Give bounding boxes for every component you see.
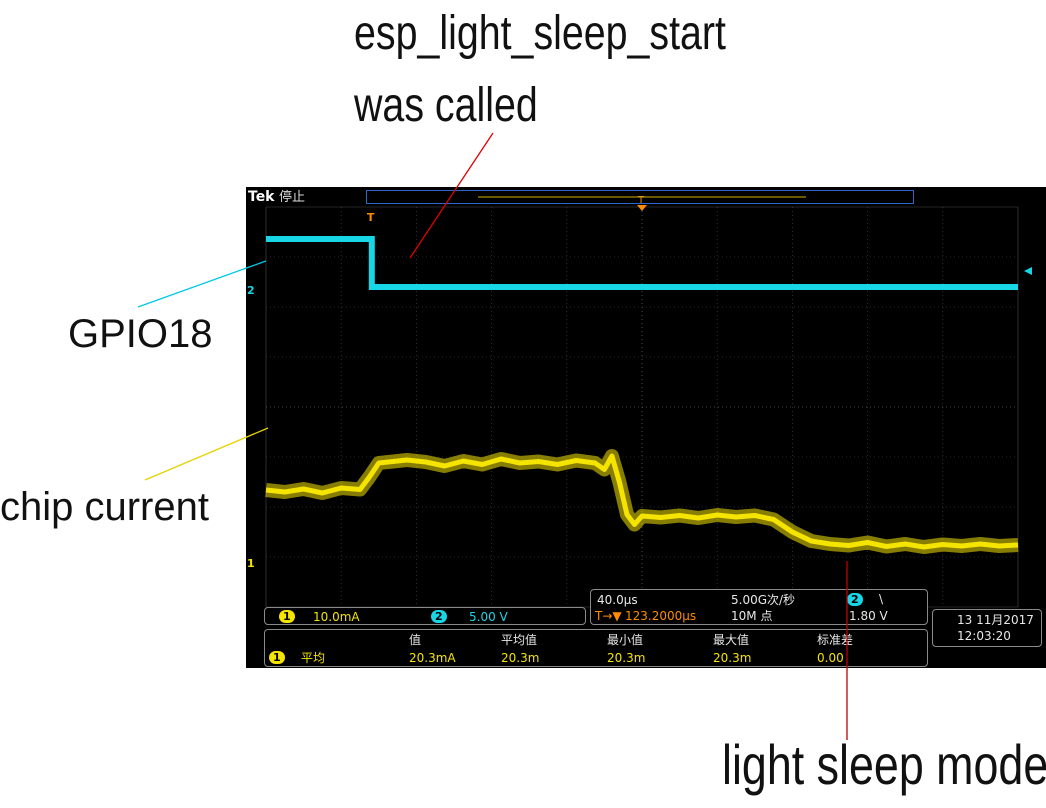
ch2-scale: 5.00 V xyxy=(469,610,508,624)
timebase: 40.0μs xyxy=(597,593,638,607)
measure-header-stddev: 标准差 xyxy=(817,633,854,647)
measure-value: 20.3mA xyxy=(409,651,456,665)
measure-header-value: 值 xyxy=(409,633,422,647)
time: 12:03:20 xyxy=(957,629,1011,643)
annotation-gpio18: GPIO18 xyxy=(68,312,213,356)
trigger-delay-icon: T→▼ xyxy=(595,609,622,623)
annotation-light-sleep-mode: light sleep mode xyxy=(722,733,1046,796)
measure-max: 20.3m xyxy=(713,651,752,665)
datetime-readout: 13 11月2017 12:03:20 xyxy=(932,609,1042,647)
trigger-level: 1.80 V xyxy=(849,609,888,623)
measure-stddev: 0.00 xyxy=(817,651,844,665)
expansion-point-icon xyxy=(637,205,647,211)
ch1-scale: 10.0mA xyxy=(313,610,360,624)
ch1-badge: 1 xyxy=(279,610,295,623)
date: 13 11月2017 xyxy=(957,613,1034,627)
ch2-ground-marker: 2 xyxy=(247,284,255,297)
measure-min: 20.3m xyxy=(607,651,646,665)
measure-mean: 20.3m xyxy=(501,651,540,665)
trigger-position-marker: T xyxy=(367,211,375,224)
ch1-noise-band xyxy=(265,449,1019,554)
annotation-esp-light-sleep-start: esp_light_sleep_start xyxy=(354,7,726,60)
record-length: 10M 点 xyxy=(731,609,773,623)
annotation-was-called: was called xyxy=(354,79,538,132)
trigger-delay: 123.2000μs xyxy=(625,609,697,623)
trigger-level-arrow-icon xyxy=(1024,267,1032,275)
tek-logo: Tek xyxy=(248,189,275,205)
annotation-chip-current: chip current xyxy=(0,485,209,529)
measure-ch1-badge: 1 xyxy=(269,651,285,664)
oscilloscope-screen: T21T Tek 停止 1 10.0mA 2 5.00 V 40.0μs 5.0… xyxy=(246,187,1046,668)
measure-row-label: 平均 xyxy=(301,651,326,665)
measure-header-min: 最小值 xyxy=(607,633,644,647)
measurement-table: 值 平均值 最小值 最大值 标准差 1 平均 20.3mA 20.3m 20.3… xyxy=(264,629,928,667)
acquisition-state: 停止 xyxy=(279,190,306,205)
ch1-ground-marker: 1 xyxy=(247,557,255,570)
trigger-slope-icon: \ xyxy=(879,592,884,606)
measure-header-mean: 平均值 xyxy=(501,633,538,647)
channel-scale-readout: 1 10.0mA 2 5.00 V xyxy=(264,607,586,625)
ch2-badge: 2 xyxy=(431,610,447,623)
measure-header-max: 最大值 xyxy=(713,633,750,647)
horizontal-readout: 40.0μs 5.00G次/秒 2 \ T→▼ 123.2000μs 10M 点… xyxy=(590,589,928,625)
sample-rate: 5.00G次/秒 xyxy=(731,593,796,607)
record-view-bar xyxy=(366,190,914,204)
trigger-channel-badge: 2 xyxy=(847,593,863,606)
